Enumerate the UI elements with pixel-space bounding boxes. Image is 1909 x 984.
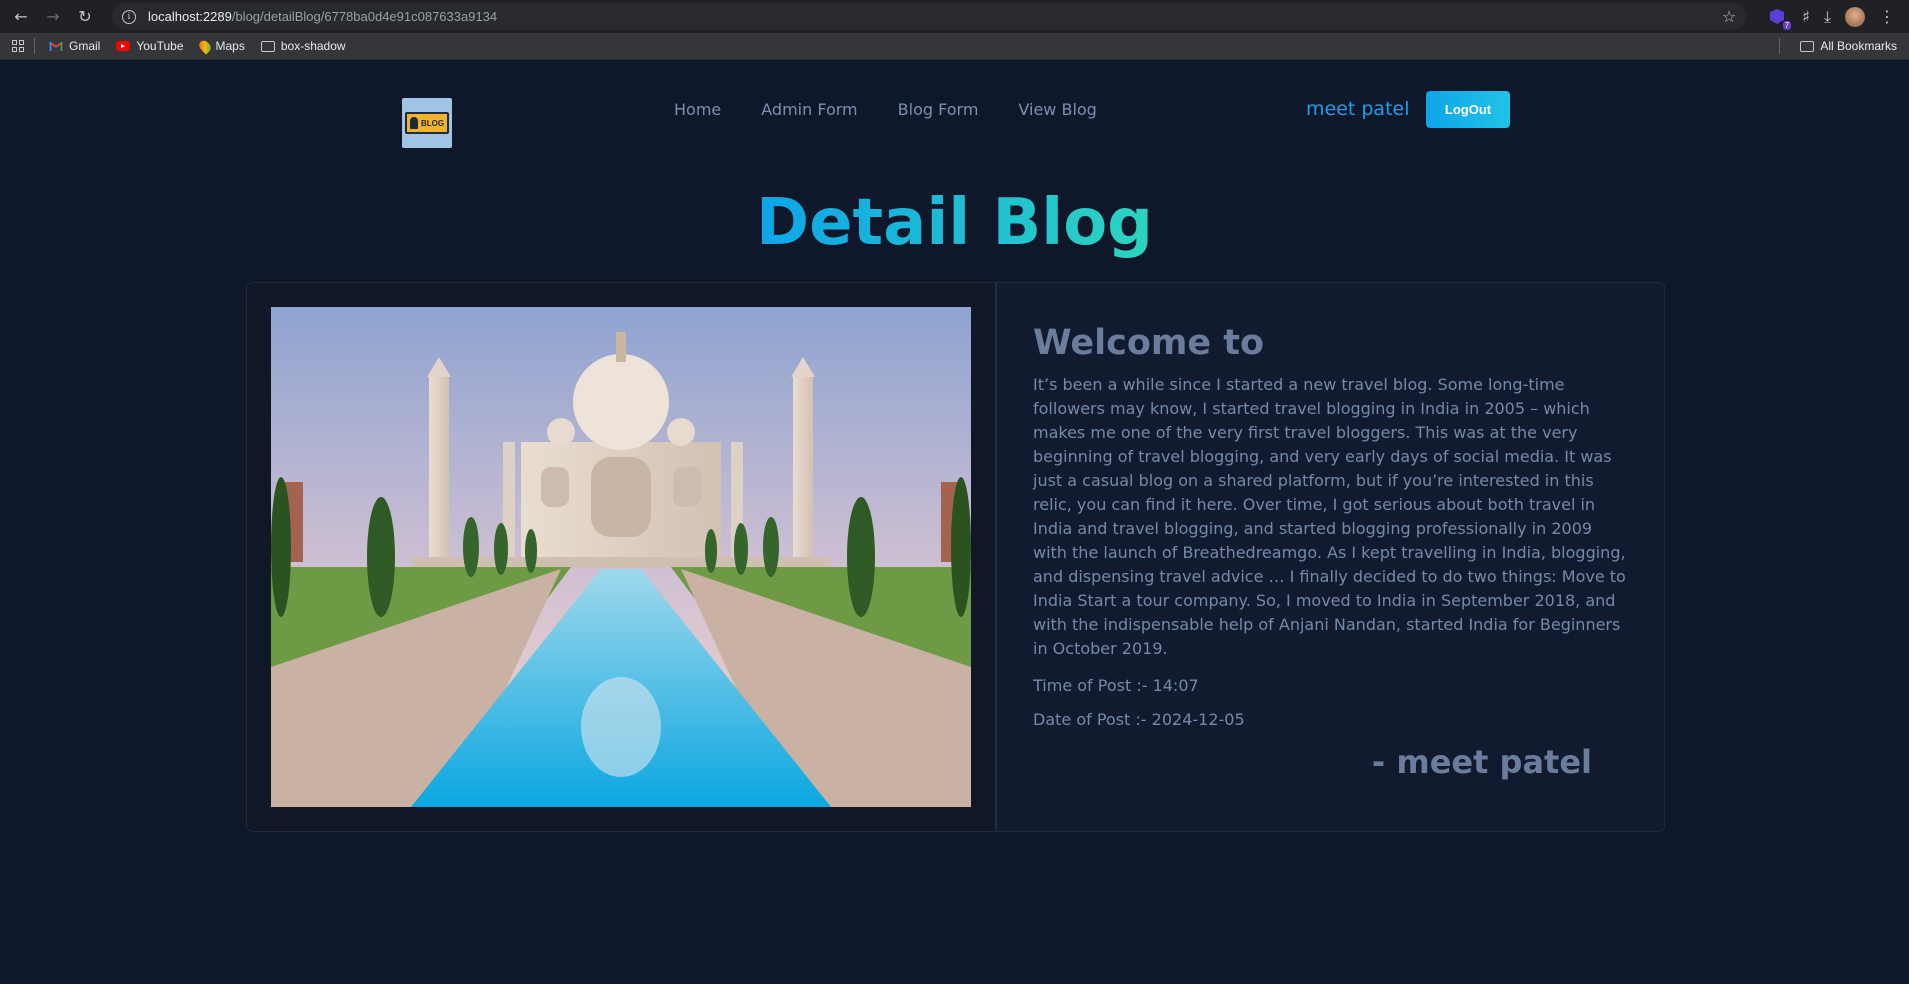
youtube-icon xyxy=(116,41,131,51)
url-text[interactable]: localhost:2289/blog/detailBlog/6778ba0d4… xyxy=(148,9,497,24)
page-title-text: Detail Blog xyxy=(756,186,1153,260)
bookmark-star-icon[interactable]: ☆ xyxy=(1722,7,1736,26)
logo-text: BLOG xyxy=(421,118,445,128)
logo-badge: BLOG xyxy=(405,112,449,134)
nav-link-view-blog[interactable]: View Blog xyxy=(1018,100,1096,119)
nav-link-home[interactable]: Home xyxy=(674,100,721,119)
gmail-icon xyxy=(49,41,63,51)
forward-arrow-icon[interactable]: → xyxy=(40,4,66,30)
back-arrow-icon[interactable]: ← xyxy=(8,4,34,30)
site-navbar: BLOG Home Admin Form Blog Form View Blog… xyxy=(0,60,1909,150)
bookmark-gmail[interactable]: Gmail xyxy=(49,39,100,53)
blog-content-panel: Welcome to It’s been a while since I sta… xyxy=(996,282,1665,832)
browser-toolbar: ← → ↻ i localhost:2289/blog/detailBlog/6… xyxy=(0,0,1909,33)
maps-icon xyxy=(196,37,213,55)
blog-detail-card: Welcome to It’s been a while since I sta… xyxy=(246,282,1665,832)
extensions-puzzle-icon[interactable]: ♯ xyxy=(1802,7,1810,26)
reload-icon[interactable]: ↻ xyxy=(72,4,98,30)
blog-heading: Welcome to xyxy=(1033,323,1265,363)
nav-link-admin-form[interactable]: Admin Form xyxy=(761,100,857,119)
bookmark-box-shadow[interactable]: box-shadow xyxy=(260,39,346,53)
bookmark-youtube[interactable]: YouTube xyxy=(116,39,184,53)
bookmark-label: Gmail xyxy=(69,39,101,53)
bookmark-maps[interactable]: Maps xyxy=(196,37,245,55)
bookmarks-separator xyxy=(34,38,35,54)
download-icon[interactable]: ⤓ xyxy=(1824,7,1831,27)
logout-button[interactable]: LogOut xyxy=(1426,91,1510,128)
blog-body: It’s been a while since I started a new … xyxy=(1033,375,1626,658)
url-host: localhost:2289 xyxy=(148,9,232,24)
more-menu-icon[interactable]: ⋮ xyxy=(1879,7,1895,26)
profile-avatar[interactable] xyxy=(1845,6,1865,27)
nav-links: Home Admin Form Blog Form View Blog xyxy=(674,100,1097,119)
folder-icon xyxy=(260,40,275,52)
nav-link-blog-form[interactable]: Blog Form xyxy=(898,100,979,119)
address-bar[interactable]: i localhost:2289/blog/detailBlog/6778ba0… xyxy=(112,3,1747,30)
date-of-post: Date of Post :- 2024-12-05 xyxy=(1033,710,1245,729)
extension-badge: 7 xyxy=(1782,20,1792,30)
bookmark-label: YouTube xyxy=(136,39,184,53)
blog-image xyxy=(271,307,971,807)
blog-image-panel xyxy=(246,282,996,832)
site-info-icon[interactable]: i xyxy=(122,9,136,24)
bookmark-label: box-shadow xyxy=(280,39,346,53)
bookmark-label: Maps xyxy=(215,39,245,53)
person-icon xyxy=(410,117,418,129)
page-title: Detail Blog xyxy=(0,186,1909,260)
page-content: BLOG Home Admin Form Blog Form View Blog… xyxy=(0,60,1909,984)
time-of-post: Time of Post :- 14:07 xyxy=(1033,676,1199,695)
all-bookmarks[interactable]: All Bookmarks xyxy=(1773,38,1897,54)
all-bookmarks-label: All Bookmarks xyxy=(1820,39,1897,53)
apps-grid-icon[interactable] xyxy=(12,40,24,52)
site-logo[interactable]: BLOG xyxy=(402,98,452,148)
user-name: meet patel xyxy=(1306,98,1410,120)
blog-author: - meet patel xyxy=(1371,743,1592,781)
folder-icon xyxy=(1800,40,1815,52)
bookmarks-bar: Gmail YouTube Maps box-shadow All Bookma… xyxy=(0,33,1909,60)
bookmarks-separator xyxy=(1779,38,1781,54)
url-path: /blog/detailBlog/6778ba0d4e91c087633a913… xyxy=(231,9,498,24)
extension-icon[interactable]: 7 xyxy=(1766,6,1792,30)
